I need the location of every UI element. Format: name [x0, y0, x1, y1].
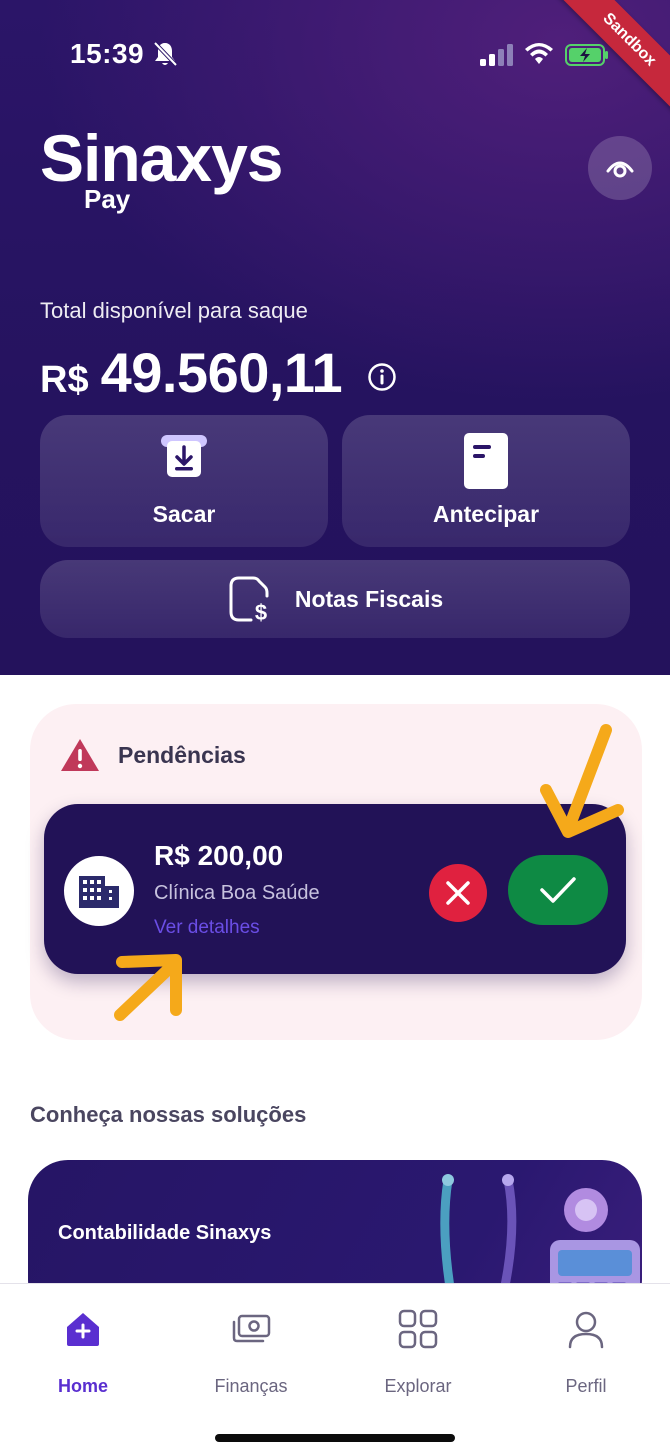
tab-perfil-label: Perfil	[565, 1376, 607, 1396]
status-bar: 15:39	[0, 0, 670, 110]
pending-title: Pendências	[118, 741, 246, 768]
anticipate-label: Antecipar	[432, 501, 540, 527]
bottom-tab-bar: Home Finanças Explorar Perfil	[0, 1283, 670, 1456]
status-time: 15:39	[70, 38, 145, 69]
building-icon	[79, 876, 119, 908]
brand-sub: Pay	[84, 184, 131, 214]
tab-financas-label: Finanças	[214, 1376, 288, 1396]
pending-header: Pendências	[60, 738, 246, 772]
reject-button[interactable]	[429, 864, 487, 922]
brand-name: Sinaxys	[40, 121, 283, 195]
balance-value: 49.560,11	[100, 341, 343, 404]
tab-home-label: Home	[57, 1376, 108, 1396]
warning-icon	[61, 739, 99, 771]
solution-card-title: Contabilidade Sinaxys	[58, 1222, 272, 1244]
tab-home[interactable]: Home	[23, 1308, 143, 1397]
hero-section: 15:39 Sandbox Sinaxys Pay Total disponív…	[0, 0, 670, 675]
view-details-link[interactable]: Ver detalhes	[154, 917, 260, 939]
invoices-button[interactable]: $ Notas Fiscais	[40, 560, 630, 638]
document-icon	[464, 433, 508, 489]
withdraw-icon	[161, 435, 207, 477]
tab-financas[interactable]: Finanças	[191, 1308, 311, 1397]
invoice-dollar-icon: $	[229, 576, 269, 624]
anticipate-button[interactable]: Antecipar	[342, 415, 630, 547]
pending-amount: R$ 200,00	[154, 840, 284, 871]
solutions-title: Conheça nossas soluções	[30, 1102, 307, 1127]
withdraw-label: Sacar	[152, 501, 216, 527]
eye-icon	[606, 161, 634, 178]
user-icon	[568, 1311, 604, 1349]
pending-item: R$ 200,00 Clínica Boa Saúde Ver detalhes	[44, 804, 626, 974]
pending-section: Pendências R$ 200,00 Clínica Boa Saúde V…	[30, 704, 642, 1040]
bell-off-icon	[153, 41, 178, 67]
check-icon	[540, 877, 576, 903]
toggle-balance-visibility-button[interactable]	[588, 136, 652, 200]
tab-explorar[interactable]: Explorar	[358, 1308, 478, 1397]
info-icon[interactable]	[367, 362, 397, 392]
wifi-icon	[525, 43, 553, 64]
balance-amount: R$ 49.560,11	[40, 340, 343, 405]
grid-icon	[398, 1309, 438, 1349]
withdraw-button[interactable]: Sacar	[40, 415, 328, 547]
balance-currency: R$	[40, 359, 89, 401]
svg-text:$: $	[255, 600, 267, 624]
brand-logo: Sinaxys Pay	[40, 118, 283, 214]
tab-perfil[interactable]: Perfil	[526, 1308, 646, 1397]
approve-button[interactable]	[508, 855, 608, 925]
signal-icon	[480, 44, 513, 66]
money-icon	[232, 1314, 271, 1343]
battery-icon	[565, 44, 608, 66]
home-indicator	[215, 1434, 455, 1442]
balance-label: Total disponível para saque	[40, 298, 308, 323]
clinic-avatar	[64, 856, 134, 926]
pending-clinic-name: Clínica Boa Saúde	[154, 882, 320, 904]
invoices-label: Notas Fiscais	[294, 585, 444, 612]
home-icon	[67, 1313, 99, 1346]
close-icon	[446, 881, 470, 905]
tab-explorar-label: Explorar	[384, 1376, 452, 1396]
